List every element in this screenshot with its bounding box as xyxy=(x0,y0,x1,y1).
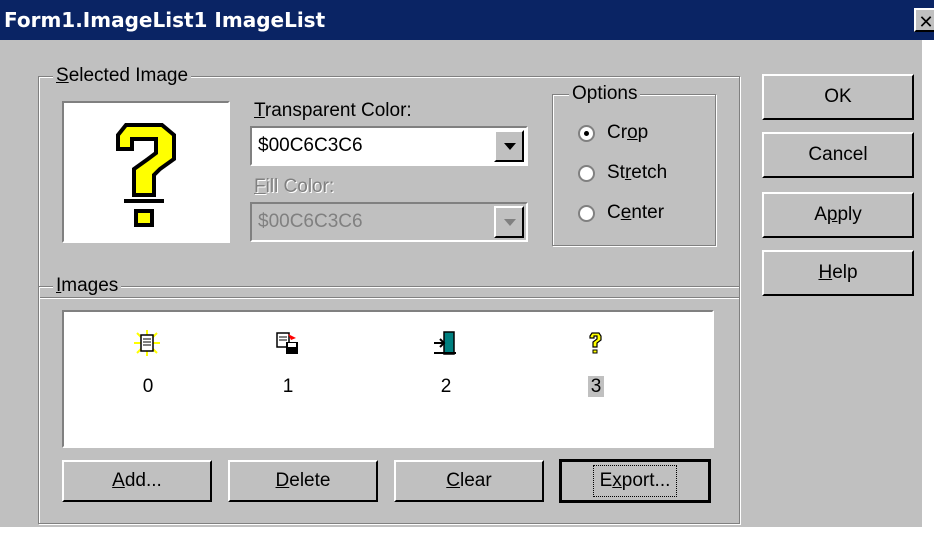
close-icon: ✕ xyxy=(918,12,934,32)
cancel-button[interactable]: Cancel xyxy=(762,132,914,178)
transparent-color-label: Transparent Color: xyxy=(254,100,412,121)
help-button[interactable]: Help xyxy=(762,250,914,296)
image-index-label: 3 xyxy=(566,376,626,398)
window-title: Form1.ImageList1 ImageList xyxy=(4,8,326,32)
radio-crop-indicator xyxy=(578,125,595,142)
title-bar[interactable]: Form1.ImageList1 ImageList xyxy=(0,0,934,40)
selected-image-preview xyxy=(62,101,230,243)
exit-door-icon xyxy=(434,331,456,355)
transparent-color-dropdown-arrow[interactable] xyxy=(494,130,524,162)
close-button[interactable]: ✕ xyxy=(914,8,934,32)
question-mark-icon xyxy=(116,123,176,227)
image-index-label: 1 xyxy=(282,376,294,397)
screenshot-edge-bottom xyxy=(0,527,934,533)
radio-center-indicator xyxy=(578,205,595,222)
radio-stretch-label: Stretch xyxy=(607,162,668,183)
fill-color-label: Fill Color: xyxy=(254,176,335,197)
radio-crop-label: Crop xyxy=(607,122,649,143)
new-document-icon xyxy=(134,330,160,356)
fill-color-value: $00C6C3C6 xyxy=(258,211,363,232)
ok-button[interactable]: OK xyxy=(762,74,914,120)
question-mark-icon xyxy=(589,332,602,354)
selected-image-group-label: Selected Image xyxy=(53,65,192,87)
imagelist-editor-dialog: Form1.ImageList1 ImageList ✕ Selected Im… xyxy=(0,0,934,533)
transparent-color-combobox[interactable]: $00C6C3C6 xyxy=(250,126,528,166)
images-group-label: Images xyxy=(53,275,122,297)
transparent-color-value: $00C6C3C6 xyxy=(258,135,363,156)
save-document-icon xyxy=(276,332,298,354)
apply-button[interactable]: Apply xyxy=(762,192,914,238)
fill-color-combobox: $00C6C3C6 xyxy=(250,202,528,242)
export-button[interactable]: Export... xyxy=(559,459,711,503)
screenshot-edge-right xyxy=(922,40,934,533)
add-button[interactable]: Add... xyxy=(62,460,212,502)
radio-center-label: Center xyxy=(607,202,665,223)
image-index-label: 0 xyxy=(142,376,154,397)
dialog-client-area: Selected Image Transparent Color: $00C6C… xyxy=(0,40,934,533)
delete-button[interactable]: Delete xyxy=(228,460,378,502)
image-list-view[interactable]: 0 1 2 3 xyxy=(62,310,714,448)
clear-button[interactable]: Clear xyxy=(394,460,544,502)
radio-stretch-indicator xyxy=(578,165,595,182)
image-index-label: 2 xyxy=(440,376,452,397)
fill-color-dropdown-arrow xyxy=(494,206,524,238)
options-group-label: Options xyxy=(569,83,641,105)
